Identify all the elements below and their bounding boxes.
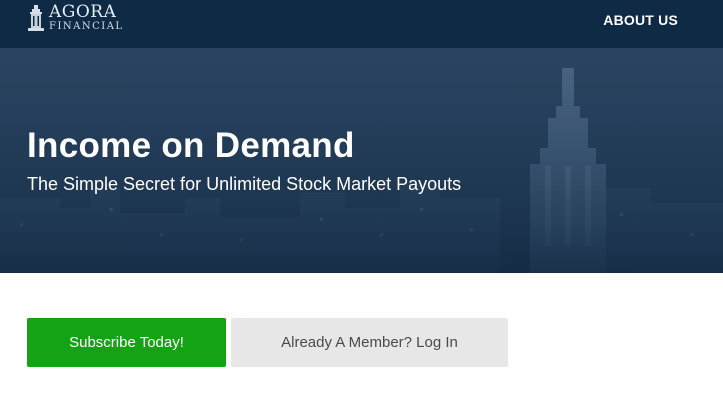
logo-wordmark-agora: AGORA bbox=[49, 2, 117, 22]
page-title: Income on Demand bbox=[27, 126, 355, 165]
agora-financial-logo[interactable]: AGORA FINANCIAL bbox=[27, 4, 124, 36]
page-subtitle: The Simple Secret for Unlimited Stock Ma… bbox=[27, 174, 462, 194]
about-us-link[interactable]: ABOUT US bbox=[603, 12, 678, 28]
member-login-button[interactable]: Already A Member? Log In bbox=[231, 318, 508, 367]
subscribe-button[interactable]: Subscribe Today! bbox=[27, 318, 226, 367]
hero-banner: Income on Demand The Simple Secret for U… bbox=[0, 48, 723, 273]
logo-wordmark-financial: FINANCIAL bbox=[49, 21, 124, 32]
top-navigation-bar: AGORA FINANCIAL ABOUT US bbox=[0, 0, 723, 48]
monument-logo-icon bbox=[28, 5, 44, 31]
